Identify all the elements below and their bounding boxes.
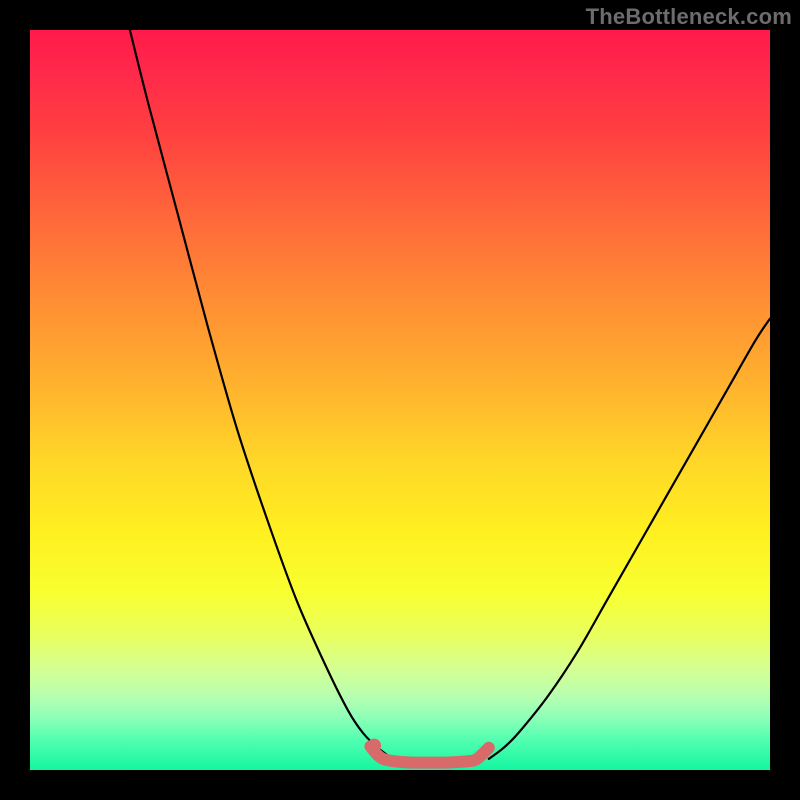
right-bottleneck-curve: [489, 319, 770, 759]
watermark-text: TheBottleneck.com: [586, 4, 792, 30]
optimal-range-marker-dot: [367, 739, 381, 753]
plot-container: [30, 30, 770, 770]
optimal-range-marker: [370, 746, 488, 762]
curves-svg: [30, 30, 770, 770]
chart-frame: TheBottleneck.com: [0, 0, 800, 800]
left-bottleneck-curve: [130, 30, 393, 759]
